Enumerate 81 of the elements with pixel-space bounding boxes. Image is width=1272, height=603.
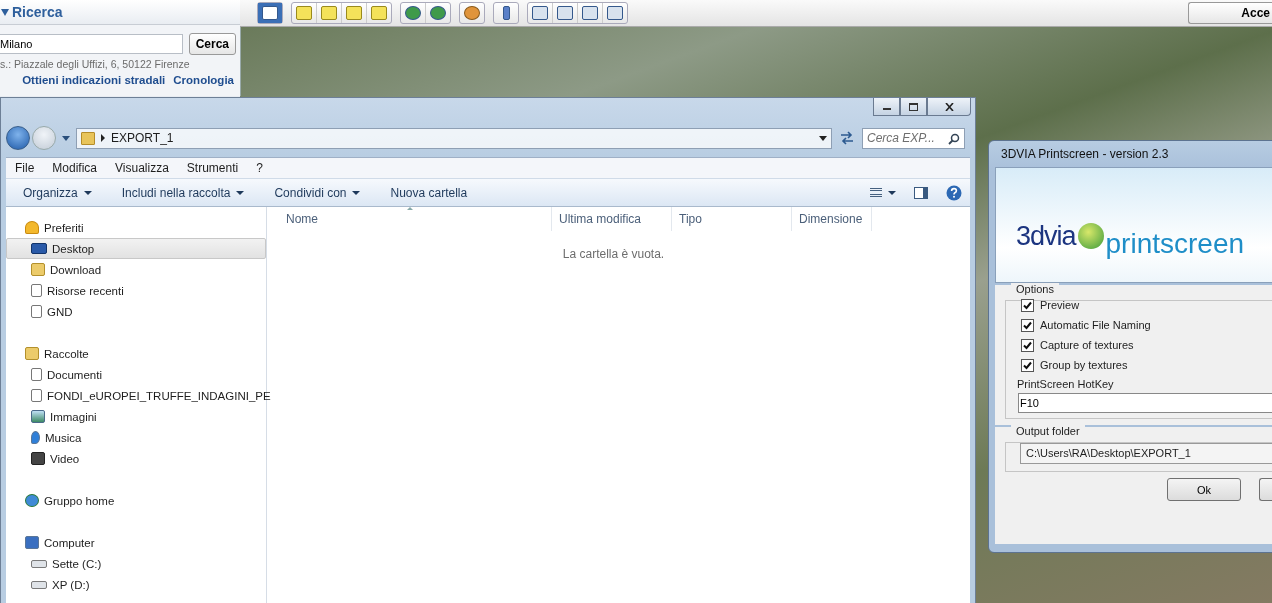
nav-item[interactable]: Risorse recenti (6, 280, 266, 301)
maximize-icon[interactable] (900, 98, 927, 116)
collapse-triangle-icon[interactable] (1, 8, 9, 16)
panel-title: Ricerca (12, 4, 63, 20)
monitor-icon (31, 243, 47, 254)
caret-icon[interactable] (101, 134, 105, 143)
document-icon (31, 305, 42, 318)
help-icon[interactable] (946, 184, 962, 201)
drive-icon (31, 580, 47, 589)
checkbox[interactable] (1021, 338, 1034, 352)
drive-icon (31, 559, 47, 568)
group-title: Options (1011, 283, 1059, 295)
nav-item[interactable]: GND (6, 301, 266, 322)
nav-item[interactable]: Gruppo home (6, 490, 266, 511)
nav-item[interactable]: Documenti (6, 364, 266, 385)
column-header[interactable]: Ultima modifica (552, 207, 672, 231)
command-button[interactable]: Nuova cartella (381, 185, 477, 200)
menu-item[interactable]: Modifica (43, 161, 107, 176)
column-header[interactable]: Dimensione (792, 207, 872, 231)
checkbox-label: Preview (1040, 299, 1080, 311)
search-button[interactable]: Cerca (188, 33, 236, 55)
top-button[interactable]: Acce (1188, 2, 1272, 24)
search-field[interactable]: Cerca EXP... (862, 127, 965, 149)
menu-item[interactable]: Visualizza (106, 161, 178, 176)
checkbox-label: Group by textures (1040, 359, 1128, 371)
nav-item[interactable]: Musica (6, 427, 266, 448)
ok-button[interactable]: Ok (1167, 478, 1241, 501)
menu-item[interactable]: ? (247, 161, 272, 176)
empty-folder-message: La cartella è vuota. (561, 247, 666, 261)
search-panel-header[interactable]: Ricerca (0, 0, 240, 25)
nav-item[interactable]: XP (D:) (6, 574, 266, 595)
search-input[interactable]: Milano (0, 34, 183, 54)
command-button[interactable]: Organizza (14, 185, 101, 200)
sidebar-toggle-icon[interactable] (258, 3, 282, 23)
document-icon (31, 389, 42, 402)
checkbox[interactable] (1021, 318, 1034, 332)
view-options-icon[interactable] (870, 188, 896, 198)
sort-caret-icon (406, 207, 413, 210)
dialog-title: 3DVIA Printscreen - version 2.3 (1000, 146, 1170, 163)
logo-text: printscreen (1105, 228, 1245, 260)
nav-item[interactable]: Immagini (6, 406, 266, 427)
group-title: Output folder (1011, 425, 1085, 437)
address-bar[interactable]: EXPORT_1 (76, 127, 832, 149)
folder-icon (25, 347, 39, 360)
checkbox[interactable] (1021, 358, 1034, 372)
panel-link[interactable]: Cronologia (173, 74, 234, 86)
picture-icon (31, 410, 45, 423)
document-icon (31, 284, 42, 297)
preview-pane-icon[interactable] (914, 186, 928, 199)
column-header[interactable]: Tipo (672, 207, 792, 231)
caret-icon[interactable] (819, 135, 827, 141)
command-button[interactable]: Condividi con (265, 185, 370, 200)
checkbox-label: Automatic File Naming (1040, 319, 1151, 331)
document-icon (31, 368, 42, 381)
minimize-icon[interactable] (873, 98, 900, 116)
nav-item[interactable]: Video (6, 448, 266, 469)
search-icon[interactable] (948, 132, 960, 145)
menu-item[interactable]: File (6, 161, 44, 176)
nav-item[interactable]: Sette (C:) (6, 553, 266, 574)
command-button[interactable]: Includi nella raccolta (112, 185, 254, 200)
hotkey-input[interactable]: F10 (1018, 393, 1272, 413)
address-path: EXPORT_1 (111, 131, 175, 146)
nav-item[interactable]: Raccolte (6, 343, 266, 364)
search-hint: s.: Piazzale degli Uffizi, 6, 50122 Firenze (0, 58, 191, 70)
nav-item[interactable]: Preferiti (6, 217, 266, 238)
field-label: PrintScreen HotKey (1016, 378, 1115, 390)
nav-item[interactable]: Download (6, 259, 266, 280)
checkbox-label: Capture of textures (1040, 339, 1134, 351)
checkbox[interactable] (1021, 298, 1034, 312)
folder-icon (81, 131, 95, 145)
menu-item[interactable]: Strumenti (177, 161, 248, 176)
nav-item[interactable]: Computer (6, 532, 266, 553)
folder-path-field[interactable]: C:\Users\RA\Desktop\EXPORT_1 (1020, 443, 1272, 464)
folder-icon (31, 263, 45, 276)
logo-orb-icon (1077, 223, 1104, 249)
close-icon[interactable] (927, 98, 971, 116)
refresh-icon[interactable] (839, 131, 855, 146)
logo-text: 3dvia (1016, 220, 1076, 252)
column-header[interactable]: Nome (279, 207, 552, 231)
nav-item[interactable]: Desktop (6, 238, 266, 259)
panel-link[interactable]: Ottieni indicazioni stradali (22, 74, 166, 86)
